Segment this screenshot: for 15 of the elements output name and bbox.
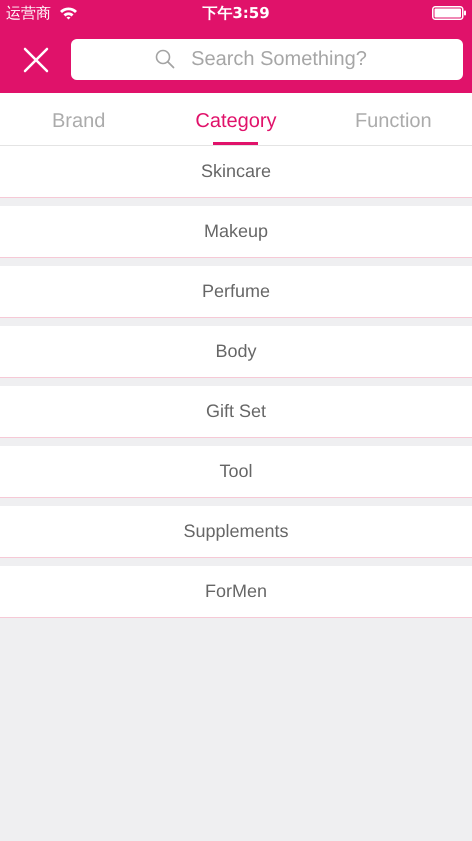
category-item[interactable]: Body	[0, 326, 472, 378]
category-item[interactable]: Makeup	[0, 206, 472, 258]
battery-icon	[432, 6, 466, 20]
category-item[interactable]: Perfume	[0, 266, 472, 318]
category-tab[interactable]: Category	[157, 93, 315, 145]
carrier-name: 运营商	[6, 2, 51, 24]
category-item[interactable]: Skincare	[0, 146, 472, 198]
wifi-icon	[59, 6, 78, 20]
category-item[interactable]: Supplements	[0, 506, 472, 558]
status-time: 下午3:59	[202, 2, 270, 24]
search-field[interactable]: Search Something?	[71, 39, 463, 80]
category-item[interactable]: Tool	[0, 446, 472, 498]
search-icon	[155, 49, 175, 69]
category-item[interactable]: ForMen	[0, 566, 472, 618]
category-item[interactable]: Gift Set	[0, 386, 472, 438]
